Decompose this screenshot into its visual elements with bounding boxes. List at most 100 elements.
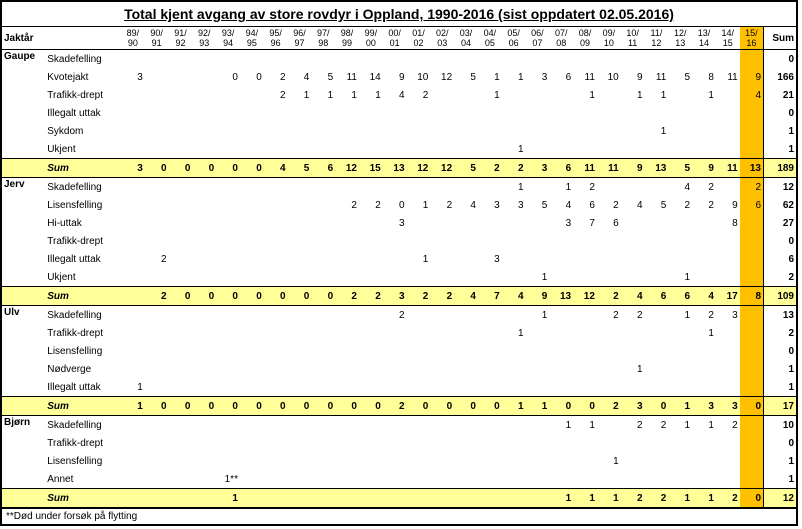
value-cell — [573, 50, 597, 69]
sum-cell: 0 — [335, 397, 359, 416]
value-cell: 4 — [383, 86, 407, 104]
data-row: Trafikk-drept211114211111421 — [2, 86, 796, 104]
value-cell — [502, 342, 526, 360]
value-cell — [240, 452, 264, 470]
value-cell — [716, 452, 740, 470]
value-cell — [383, 452, 407, 470]
data-row: Lisensfelling11 — [2, 452, 796, 470]
data-row: Illegalt uttak0 — [2, 104, 796, 122]
value-cell — [264, 342, 288, 360]
value-cell — [311, 196, 335, 214]
value-cell — [502, 214, 526, 232]
value-cell — [288, 196, 312, 214]
value-cell — [740, 452, 764, 470]
species-total: 17 — [764, 397, 797, 416]
value-cell — [169, 306, 193, 325]
value-cell: 3 — [383, 214, 407, 232]
value-cell — [121, 342, 145, 360]
category-label: Trafikk-drept — [45, 232, 121, 250]
value-cell — [407, 306, 431, 325]
value-cell — [121, 434, 145, 452]
value-cell — [359, 232, 383, 250]
value-cell — [192, 50, 216, 69]
value-cell — [359, 104, 383, 122]
sum-cell: 13 — [740, 159, 764, 178]
value-cell — [454, 378, 478, 397]
value-cell — [264, 50, 288, 69]
value-cell: 6 — [573, 196, 597, 214]
value-cell — [407, 324, 431, 342]
sum-cell: 0 — [192, 397, 216, 416]
value-cell — [502, 122, 526, 140]
sum-cell: 12 — [573, 287, 597, 306]
value-cell — [597, 104, 621, 122]
value-cell — [407, 360, 431, 378]
value-cell — [335, 378, 359, 397]
value-cell — [668, 50, 692, 69]
sum-cell: 0 — [240, 287, 264, 306]
value-cell — [121, 104, 145, 122]
value-cell — [502, 232, 526, 250]
data-row: Illegalt uttak11 — [2, 378, 796, 397]
value-cell — [264, 378, 288, 397]
year-header: 06/07 — [526, 27, 550, 50]
sum-cell: 1 — [549, 489, 573, 508]
value-cell: 11 — [645, 68, 669, 86]
value-cell — [454, 140, 478, 159]
value-cell — [740, 416, 764, 435]
value-cell — [526, 324, 550, 342]
value-cell: 1 — [645, 122, 669, 140]
value-cell — [335, 360, 359, 378]
year-header: 90/91 — [145, 27, 169, 50]
value-cell — [240, 268, 264, 287]
value-cell — [359, 360, 383, 378]
sum-cell — [335, 489, 359, 508]
value-cell — [740, 140, 764, 159]
value-cell: 2 — [645, 416, 669, 435]
sum-cell: 1 — [121, 397, 145, 416]
row-sum: 1 — [764, 470, 797, 489]
value-cell — [573, 452, 597, 470]
data-row: JervSkadefelling11242212 — [2, 178, 796, 197]
value-cell — [407, 232, 431, 250]
sum-cell: 0 — [192, 287, 216, 306]
value-cell — [169, 360, 193, 378]
sum-cell: 2 — [597, 287, 621, 306]
sum-cell: 0 — [169, 287, 193, 306]
category-label: Sykdom — [45, 122, 121, 140]
value-cell — [121, 122, 145, 140]
value-cell: 14 — [359, 68, 383, 86]
value-cell: 1 — [478, 86, 502, 104]
value-cell — [645, 378, 669, 397]
value-cell — [335, 250, 359, 268]
value-cell — [478, 434, 502, 452]
value-cell: 1 — [597, 452, 621, 470]
value-cell — [335, 140, 359, 159]
sum-cell: 2 — [502, 159, 526, 178]
year-header: 01/02 — [407, 27, 431, 50]
value-cell: 1 — [621, 360, 645, 378]
value-cell — [383, 342, 407, 360]
value-cell: 1 — [549, 178, 573, 197]
sum-cell: 0 — [311, 397, 335, 416]
value-cell — [288, 268, 312, 287]
value-cell — [502, 50, 526, 69]
value-cell — [668, 342, 692, 360]
sum-cell: 0 — [549, 397, 573, 416]
value-cell — [192, 360, 216, 378]
sum-cell — [264, 489, 288, 508]
value-cell: 2 — [264, 86, 288, 104]
value-cell — [288, 50, 312, 69]
value-cell: 11 — [335, 68, 359, 86]
value-cell — [478, 140, 502, 159]
sum-cell: 1 — [668, 489, 692, 508]
year-header: 94/95 — [240, 27, 264, 50]
value-cell — [454, 416, 478, 435]
year-header: 93/94 — [216, 27, 240, 50]
value-cell — [526, 250, 550, 268]
value-cell — [740, 268, 764, 287]
value-cell — [692, 360, 716, 378]
value-cell — [502, 470, 526, 489]
sum-cell — [240, 489, 264, 508]
value-cell — [335, 306, 359, 325]
